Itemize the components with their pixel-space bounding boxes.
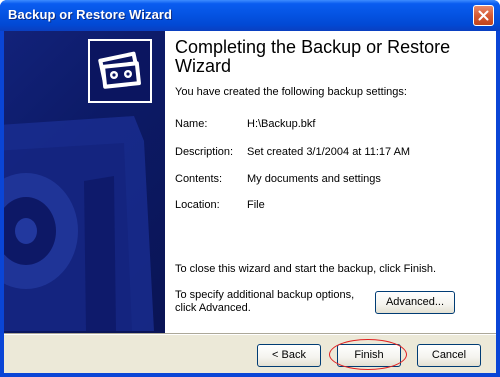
wizard-window: Backup or Restore Wizard Completing the …: [0, 0, 500, 377]
title-bar[interactable]: Backup or Restore Wizard: [0, 0, 500, 31]
close-icon: [478, 10, 489, 21]
setting-label-name: Name:: [175, 118, 208, 130]
window-title: Backup or Restore Wizard: [8, 7, 173, 22]
backup-tape-icon: [88, 39, 152, 103]
wizard-side-panel: [4, 31, 165, 333]
finish-button[interactable]: Finish: [337, 344, 401, 367]
wizard-subtitle: You have created the following backup se…: [175, 86, 407, 98]
setting-value-name: H:\Backup.bkf: [247, 118, 316, 130]
wizard-content: Completing the Backup or Restore Wizard …: [165, 31, 496, 333]
advanced-instruction: To specify additional backup options, cl…: [175, 289, 355, 314]
wizard-heading: Completing the Backup or Restore Wizard: [175, 37, 451, 76]
cancel-button[interactable]: Cancel: [417, 344, 481, 367]
footer-divider: [4, 333, 496, 335]
wizard-body: Completing the Backup or Restore Wizard …: [4, 31, 496, 373]
back-button[interactable]: < Back: [257, 344, 321, 367]
setting-value-contents: My documents and settings: [247, 173, 381, 185]
setting-label-location: Location:: [175, 199, 220, 211]
advanced-button[interactable]: Advanced...: [375, 291, 455, 314]
setting-label-description: Description:: [175, 146, 234, 158]
setting-label-contents: Contents:: [175, 173, 223, 185]
setting-value-location: File: [247, 199, 265, 211]
finish-instruction: To close this wizard and start the backu…: [175, 263, 437, 275]
close-button[interactable]: [473, 5, 494, 26]
setting-value-description: Set created 3/1/2004 at 11:17 AM: [247, 146, 411, 158]
